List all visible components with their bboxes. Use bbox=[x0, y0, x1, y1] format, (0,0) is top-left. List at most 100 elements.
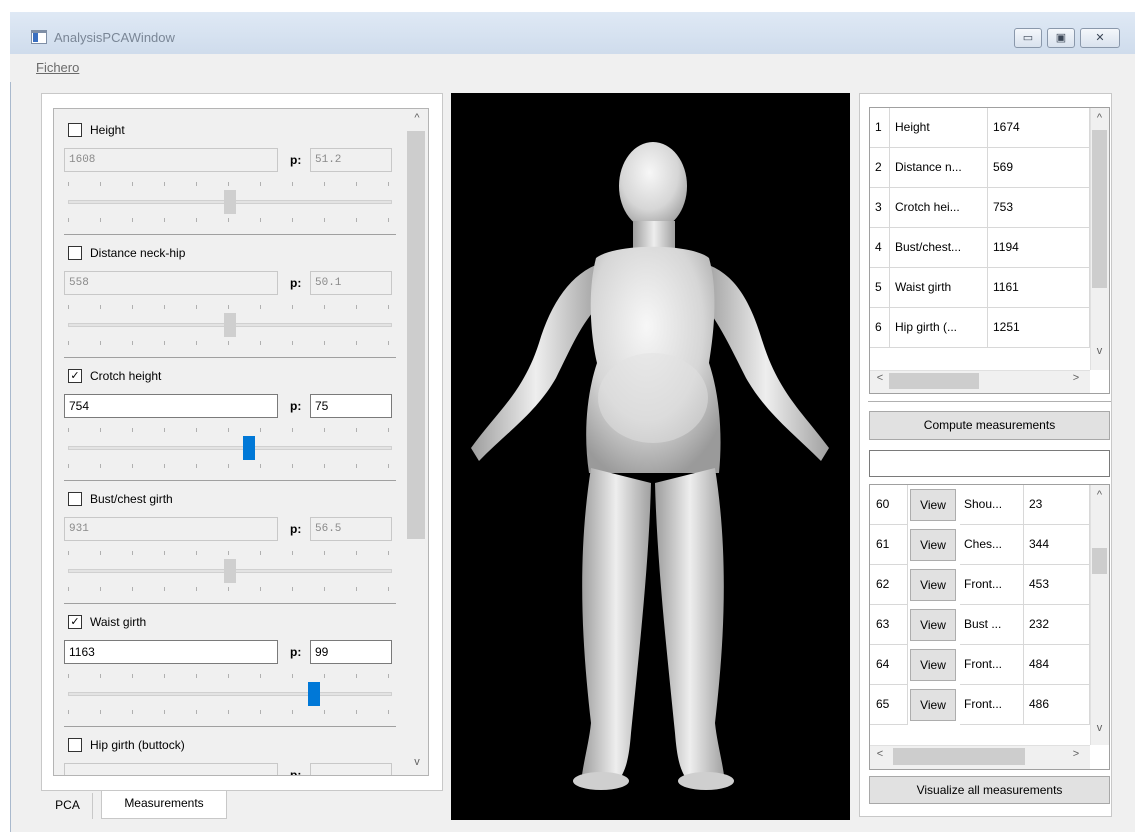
section-separator bbox=[64, 603, 396, 604]
measure-list-row[interactable]: 60 View Shou... 23 bbox=[870, 485, 1090, 525]
view-button[interactable]: View bbox=[910, 489, 956, 521]
results-scroll-right-icon[interactable]: > bbox=[1068, 372, 1084, 390]
measure-checkbox[interactable] bbox=[68, 123, 82, 137]
measure-checkbox[interactable]: ✓ bbox=[68, 369, 82, 383]
close-button[interactable]: ✕ bbox=[1080, 28, 1120, 48]
view-button[interactable]: View bbox=[910, 649, 956, 681]
measure-value-cell: 1194 bbox=[988, 228, 1090, 268]
title-bar bbox=[10, 12, 1135, 54]
results-scroll-down-icon[interactable]: v bbox=[1090, 345, 1109, 361]
row-index: 5 bbox=[870, 268, 890, 308]
results-row[interactable]: 2 Distance n... 569 bbox=[870, 148, 1090, 188]
measure-checkbox[interactable]: ✓ bbox=[68, 615, 82, 629]
slider-groove[interactable] bbox=[68, 692, 392, 696]
measure-label: Distance neck-hip bbox=[90, 246, 186, 260]
slider-ticks-bottom bbox=[68, 462, 392, 470]
percentile-field[interactable] bbox=[310, 763, 392, 775]
measure-list-row[interactable]: 62 View Front... 453 bbox=[870, 565, 1090, 605]
slider-groove[interactable] bbox=[68, 446, 392, 450]
measure-value-field[interactable]: 558 bbox=[64, 271, 278, 295]
measure-value-field[interactable]: 1608 bbox=[64, 148, 278, 172]
percentile-field[interactable]: 50.1 bbox=[310, 271, 392, 295]
measure-list-hscroll-thumb[interactable] bbox=[893, 748, 1025, 765]
measure-label: Bust/chest girth bbox=[90, 492, 173, 506]
measure-value-cell: 344 bbox=[1024, 525, 1090, 565]
measure-list-table[interactable]: 60 View Shou... 23 61 View Ches... 344 62 View Fro… bbox=[869, 484, 1110, 770]
measure-label: Hip girth (buttock) bbox=[90, 738, 185, 752]
slider-ticks-bottom bbox=[68, 708, 392, 716]
measure-list-vscroll-thumb[interactable] bbox=[1092, 548, 1107, 574]
measure-value-field[interactable] bbox=[64, 763, 278, 775]
measure-list-row[interactable]: 65 View Front... 486 bbox=[870, 685, 1090, 725]
slider-handle[interactable] bbox=[242, 436, 255, 460]
measure-label: Waist girth bbox=[90, 615, 147, 629]
results-hscroll-thumb[interactable] bbox=[889, 373, 979, 389]
results-row[interactable]: 5 Waist girth 1161 bbox=[870, 268, 1090, 308]
view-button[interactable]: View bbox=[910, 569, 956, 601]
measure-checkbox[interactable] bbox=[68, 492, 82, 506]
scrollbar-thumb[interactable] bbox=[407, 131, 425, 539]
measure-value-field[interactable]: 931 bbox=[64, 517, 278, 541]
filter-input[interactable] bbox=[869, 450, 1110, 477]
percentile-field[interactable]: 51.2 bbox=[310, 148, 392, 172]
percentile-field[interactable]: 99 bbox=[310, 640, 392, 664]
app-icon bbox=[31, 30, 47, 44]
scroll-up-arrow-icon[interactable]: ^ bbox=[406, 112, 428, 130]
minimize-button[interactable]: ▭ bbox=[1014, 28, 1042, 48]
slider-handle[interactable] bbox=[224, 190, 236, 214]
results-row[interactable]: 3 Crotch hei... 753 bbox=[870, 188, 1090, 228]
body-model-viewport[interactable] bbox=[451, 93, 850, 820]
measure-checkbox[interactable] bbox=[68, 246, 82, 260]
measure-list-scroll-right-icon[interactable]: > bbox=[1068, 748, 1084, 766]
results-row[interactable]: 1 Height 1674 bbox=[870, 108, 1090, 148]
row-index: 62 bbox=[870, 565, 908, 605]
measure-value-cell: 232 bbox=[1024, 605, 1090, 645]
slider-handle[interactable] bbox=[224, 313, 236, 337]
view-button[interactable]: View bbox=[910, 609, 956, 641]
measure-list-scroll-up-icon[interactable]: ^ bbox=[1090, 489, 1109, 505]
measure-checkbox[interactable] bbox=[68, 738, 82, 752]
results-row[interactable]: 4 Bust/chest... 1194 bbox=[870, 228, 1090, 268]
scroll-down-arrow-icon[interactable]: v bbox=[406, 756, 428, 774]
measure-controls-scroll-area[interactable]: Height 1608 p: 51.2 Distance neck-hip 558 p: 50… bbox=[53, 108, 429, 776]
measure-name-cell: Distance n... bbox=[890, 148, 988, 188]
results-separator bbox=[868, 401, 1111, 402]
section-separator bbox=[64, 234, 396, 235]
maximize-button[interactable]: ▣ bbox=[1047, 28, 1075, 48]
section-separator bbox=[64, 726, 396, 727]
menu-bar bbox=[10, 54, 1135, 82]
measure-value-cell: 1161 bbox=[988, 268, 1090, 308]
results-scroll-up-icon[interactable]: ^ bbox=[1090, 112, 1109, 128]
measure-value-field[interactable]: 754 bbox=[64, 394, 278, 418]
row-index: 3 bbox=[870, 188, 890, 228]
measure-list-scroll-left-icon[interactable]: < bbox=[872, 748, 888, 766]
results-table[interactable]: 1 Height 1674 2 Distance n... 569 3 Crotch hei.… bbox=[869, 107, 1110, 394]
measure-value-field[interactable]: 1163 bbox=[64, 640, 278, 664]
results-vscroll-thumb[interactable] bbox=[1092, 130, 1107, 288]
measure-name-cell: Height bbox=[890, 108, 988, 148]
row-index: 60 bbox=[870, 485, 908, 525]
results-scroll-left-icon[interactable]: < bbox=[872, 372, 888, 390]
visualize-all-measurements-button[interactable]: Visualize all measurements bbox=[869, 776, 1110, 804]
slider-handle[interactable] bbox=[308, 682, 321, 706]
slider-handle[interactable] bbox=[224, 559, 236, 583]
compute-measurements-button[interactable]: Compute measurements bbox=[869, 411, 1110, 440]
measure-list-scroll-down-icon[interactable]: v bbox=[1090, 722, 1109, 738]
row-index: 63 bbox=[870, 605, 908, 645]
tab-measurements[interactable]: Measurements bbox=[101, 791, 227, 819]
measure-list-row[interactable]: 64 View Front... 484 bbox=[870, 645, 1090, 685]
measure-value-cell: 1674 bbox=[988, 108, 1090, 148]
measure-list-row[interactable]: 61 View Ches... 344 bbox=[870, 525, 1090, 565]
tab-pca[interactable]: PCA bbox=[43, 793, 93, 819]
menu-fichero[interactable]: Fichero bbox=[36, 60, 79, 75]
measure-list-row[interactable]: 63 View Bust ... 232 bbox=[870, 605, 1090, 645]
slider-ticks-top bbox=[68, 180, 392, 188]
view-button[interactable]: View bbox=[910, 529, 956, 561]
measure-name-cell: Front... bbox=[960, 685, 1024, 725]
percentile-field[interactable]: 56.5 bbox=[310, 517, 392, 541]
body-mesh-render bbox=[471, 142, 829, 790]
view-button[interactable]: View bbox=[910, 689, 956, 721]
results-row[interactable]: 6 Hip girth (... 1251 bbox=[870, 308, 1090, 348]
percentile-field[interactable]: 75 bbox=[310, 394, 392, 418]
measure-list-vscrollbar[interactable] bbox=[1090, 485, 1109, 745]
